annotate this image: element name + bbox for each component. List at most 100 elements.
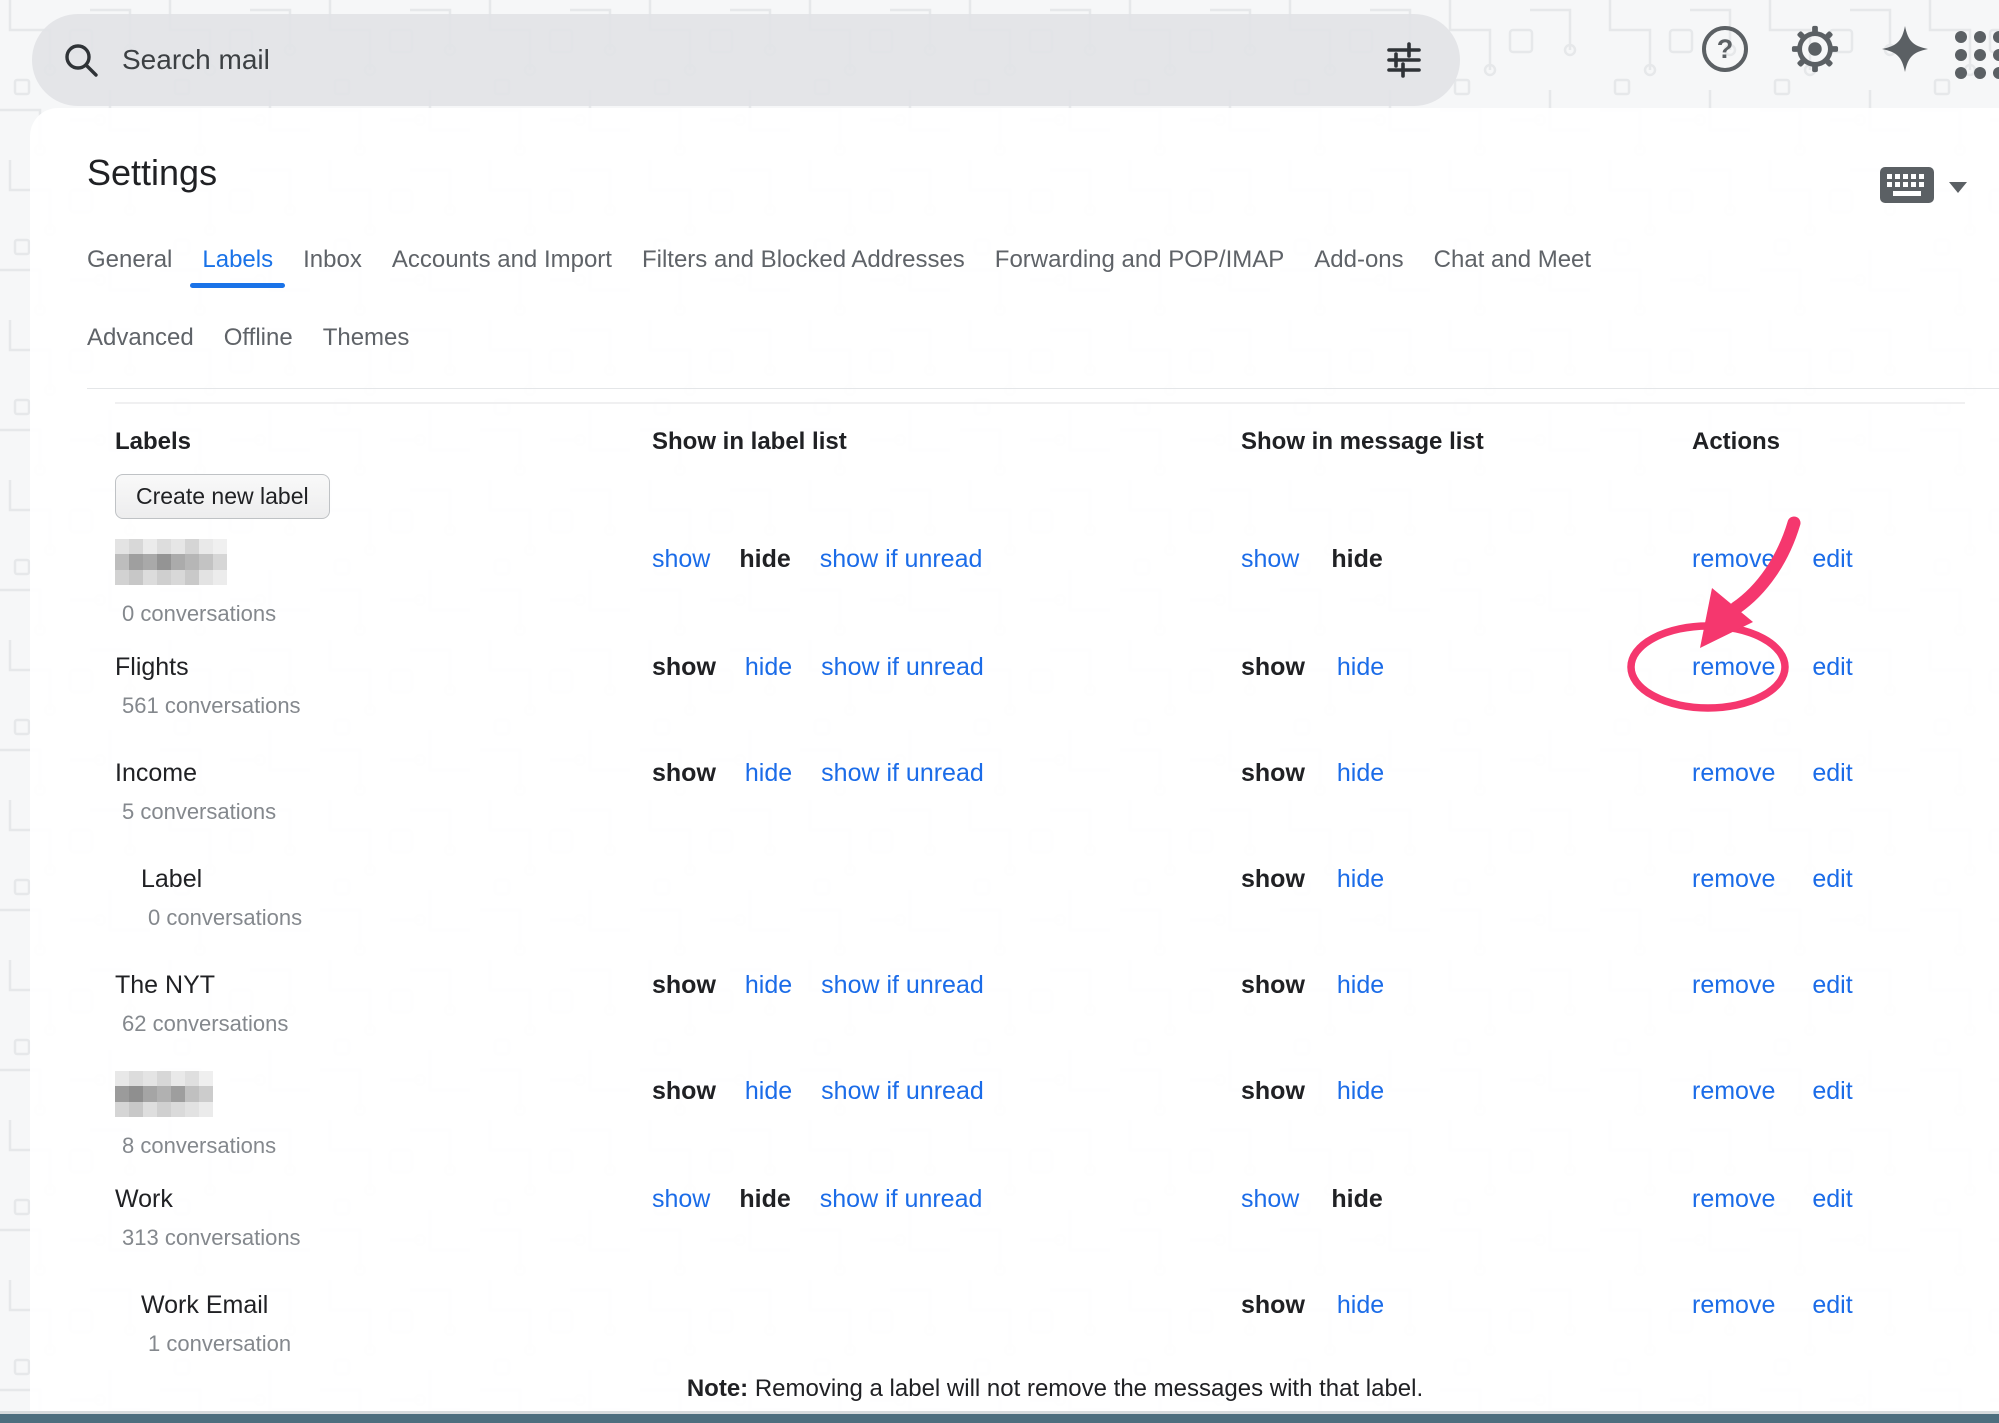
edit-label-link[interactable]: edit (1812, 1077, 1852, 1106)
tab-advanced[interactable]: Advanced (87, 324, 194, 352)
hide-in-message-list-option[interactable]: hide (1337, 1291, 1384, 1320)
show-if-unread-option[interactable]: show if unread (820, 545, 983, 574)
hide-in-message-list-option[interactable]: hide (1331, 1185, 1382, 1214)
apps-grid-icon[interactable] (1954, 30, 1999, 85)
remove-label-link[interactable]: remove (1692, 971, 1775, 1000)
dropdown-arrow-icon[interactable] (1949, 182, 1967, 193)
label-name: The NYT (115, 971, 642, 1000)
hide-in-message-list-option[interactable]: hide (1337, 1077, 1384, 1106)
redacted-label-pixelation (115, 539, 642, 590)
show-in-label-list-option[interactable]: show (652, 1077, 716, 1106)
label-count: 1 conversation (115, 1331, 642, 1357)
show-in-message-list-option[interactable]: show (1241, 653, 1305, 682)
hide-in-message-list-option[interactable]: hide (1337, 971, 1384, 1000)
help-icon[interactable]: ? (1700, 24, 1750, 74)
show-in-message-list-option[interactable]: show (1241, 1291, 1305, 1320)
table-row: 0 conversations show hide show if unread… (115, 519, 1965, 627)
tab-offline[interactable]: Offline (224, 324, 293, 352)
label-name: Flights (115, 653, 642, 682)
remove-label-link[interactable]: remove (1692, 759, 1775, 788)
tab-labels[interactable]: Labels (202, 246, 273, 274)
label-count: 0 conversations (115, 905, 642, 931)
show-in-label-list-option[interactable]: show (652, 653, 716, 682)
edit-label-link[interactable]: edit (1812, 1291, 1852, 1320)
search-input[interactable]: Search mail (122, 44, 1384, 76)
label-count: 8 conversations (115, 1133, 642, 1159)
hide-in-label-list-option[interactable]: hide (745, 759, 792, 788)
label-name: Income (115, 759, 642, 788)
column-header-labels: Labels (115, 404, 642, 456)
tab-add-ons[interactable]: Add-ons (1314, 246, 1403, 274)
table-row: The NYT 62 conversations show hide show … (115, 945, 1965, 1051)
table-row: 8 conversations show hide show if unread… (115, 1051, 1965, 1159)
hide-in-label-list-option[interactable]: hide (745, 971, 792, 1000)
labels-table: Labels Show in label list Show in messag… (115, 402, 1965, 1371)
input-tools-selector[interactable] (1879, 166, 1967, 209)
top-bar: Search mail ? (0, 0, 1999, 108)
show-in-label-list-option[interactable]: show (652, 971, 716, 1000)
redacted-label-pixelation (115, 1071, 642, 1122)
show-in-message-list-option[interactable]: show (1241, 1077, 1305, 1106)
column-header-show-in-message-list: Show in message list (1235, 404, 1684, 456)
edit-label-link[interactable]: edit (1812, 971, 1852, 1000)
create-new-label-button[interactable]: Create new label (115, 474, 330, 519)
tab-general[interactable]: General (87, 246, 172, 274)
search-icon[interactable] (62, 41, 100, 79)
tab-forwarding-and-pop-imap[interactable]: Forwarding and POP/IMAP (995, 246, 1284, 274)
show-if-unread-option[interactable]: show if unread (821, 971, 984, 1000)
show-in-label-list-option[interactable]: show (652, 1185, 710, 1214)
table-row: Label 0 conversations show hide remove e… (115, 839, 1965, 945)
show-if-unread-option[interactable]: show if unread (821, 1077, 984, 1106)
table-row: Work Email 1 conversation show hide remo… (115, 1265, 1965, 1371)
keyboard-icon[interactable] (1879, 166, 1935, 209)
tabs-divider (87, 388, 1999, 389)
footer-note-text: Removing a label will not remove the mes… (748, 1375, 1423, 1402)
gear-icon[interactable] (1790, 24, 1840, 74)
remove-label-link-flights[interactable]: remove (1692, 653, 1775, 682)
remove-label-link[interactable]: remove (1692, 1291, 1775, 1320)
show-in-label-list-option[interactable]: show (652, 545, 710, 574)
label-count: 0 conversations (115, 601, 642, 627)
edit-label-link[interactable]: edit (1812, 545, 1852, 574)
settings-panel: Settings General Labels Inbox Accounts a (30, 108, 1999, 1413)
show-in-message-list-option[interactable]: show (1241, 1185, 1299, 1214)
show-in-label-list-option[interactable]: show (652, 759, 716, 788)
settings-tabs: General Labels Inbox Accounts and Import… (30, 244, 1999, 389)
hide-in-message-list-option[interactable]: hide (1337, 653, 1384, 682)
hide-in-label-list-option[interactable]: hide (745, 653, 792, 682)
show-in-message-list-option[interactable]: show (1241, 971, 1305, 1000)
label-name: Work (115, 1185, 642, 1214)
sparkle-icon[interactable] (1880, 24, 1930, 74)
tab-filters-and-blocked-addresses[interactable]: Filters and Blocked Addresses (642, 246, 965, 274)
edit-label-link[interactable]: edit (1812, 653, 1852, 682)
remove-label-link[interactable]: remove (1692, 545, 1775, 574)
show-if-unread-option[interactable]: show if unread (820, 1185, 983, 1214)
tab-accounts-and-import[interactable]: Accounts and Import (392, 246, 612, 274)
remove-label-link[interactable]: remove (1692, 1185, 1775, 1214)
tab-chat-and-meet[interactable]: Chat and Meet (1434, 246, 1591, 274)
show-in-message-list-option[interactable]: show (1241, 545, 1299, 574)
remove-label-link[interactable]: remove (1692, 1077, 1775, 1106)
hide-in-message-list-option[interactable]: hide (1331, 545, 1382, 574)
hide-in-message-list-option[interactable]: hide (1337, 865, 1384, 894)
hide-in-label-list-option[interactable]: hide (739, 1185, 790, 1214)
edit-label-link[interactable]: edit (1812, 865, 1852, 894)
show-if-unread-option[interactable]: show if unread (821, 653, 984, 682)
page-title: Settings (87, 152, 217, 194)
tab-inbox[interactable]: Inbox (303, 246, 362, 274)
label-count: 561 conversations (115, 693, 642, 719)
column-header-show-in-label-list: Show in label list (642, 404, 1235, 456)
hide-in-label-list-option[interactable]: hide (745, 1077, 792, 1106)
search-bar[interactable]: Search mail (32, 14, 1460, 106)
hide-in-label-list-option[interactable]: hide (739, 545, 790, 574)
show-in-message-list-option[interactable]: show (1241, 865, 1305, 894)
remove-label-link[interactable]: remove (1692, 865, 1775, 894)
show-if-unread-option[interactable]: show if unread (821, 759, 984, 788)
tune-icon[interactable] (1384, 40, 1424, 80)
edit-label-link[interactable]: edit (1812, 1185, 1852, 1214)
tab-themes[interactable]: Themes (323, 324, 410, 352)
show-in-message-list-option[interactable]: show (1241, 759, 1305, 788)
hide-in-message-list-option[interactable]: hide (1337, 759, 1384, 788)
edit-label-link[interactable]: edit (1812, 759, 1852, 788)
svg-text:?: ? (1717, 34, 1734, 64)
